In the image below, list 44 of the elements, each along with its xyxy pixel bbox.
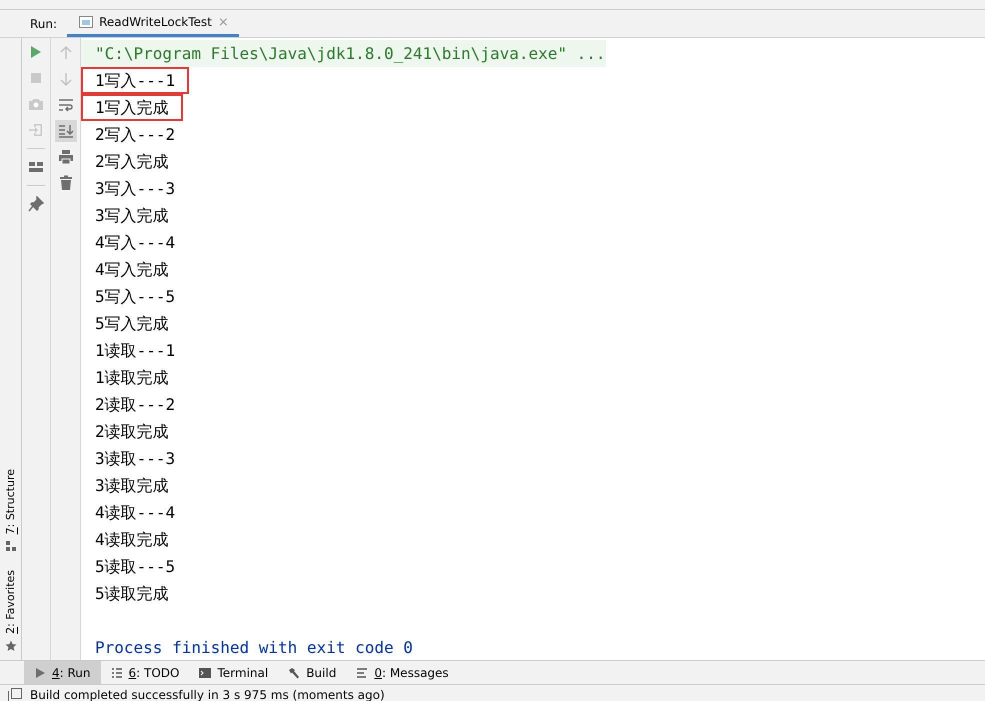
console-line: 3读取---3	[94, 448, 176, 470]
console-line: 1读取完成	[94, 367, 170, 389]
console-line: 2读取完成	[94, 421, 170, 443]
side-tool-tab[interactable]: 2: Favorites	[0, 570, 21, 652]
trash-icon[interactable]	[58, 175, 74, 191]
structure-icon	[4, 540, 16, 552]
tool-window-tab[interactable]: Terminal	[189, 661, 278, 684]
console-line: 5写入---5	[94, 286, 176, 308]
console-line: 2写入完成	[94, 151, 170, 173]
exit-message: Process finished with exit code 0	[94, 637, 413, 659]
panel-toggle-icon[interactable]	[8, 688, 22, 701]
scroll-to-end-icon[interactable]	[58, 123, 74, 139]
pin-icon[interactable]	[28, 196, 44, 212]
console-line: 1读取---1	[94, 340, 176, 362]
console-line: 3读取完成	[94, 475, 170, 497]
console-line: 3写入完成	[94, 205, 170, 227]
star-icon	[4, 640, 16, 652]
console-line: 5读取完成	[94, 583, 170, 605]
soft-wrap-icon[interactable]	[58, 97, 74, 113]
console-line: 1写入完成	[81, 94, 183, 121]
console-line: 4读取完成	[94, 529, 170, 551]
tool-window-tab[interactable]: 6: TODO	[100, 661, 190, 684]
console-line: 4读取---4	[94, 502, 176, 524]
tool-window-tab[interactable]: Build	[278, 661, 346, 684]
layout-icon[interactable]	[28, 159, 44, 175]
tool-window-tab[interactable]: 4: Run	[24, 661, 101, 684]
console-line: 5写入完成	[94, 313, 170, 335]
console-window-icon	[79, 16, 94, 28]
console-line: 2读取---2	[94, 394, 176, 416]
console-line: 4写入完成	[94, 259, 170, 281]
console-line: 5读取---5	[94, 556, 176, 578]
printer-icon[interactable]	[58, 149, 74, 165]
terminal-icon	[199, 666, 212, 678]
play-icon	[34, 666, 46, 678]
console-line: 3写入---3	[94, 178, 176, 200]
messages-icon	[356, 666, 368, 678]
console-line: 2写入---2	[94, 124, 176, 146]
run-label: Run:	[29, 16, 58, 32]
tool-window-tab[interactable]: 0: Messages	[346, 661, 459, 684]
console-line: 4写入---4	[94, 232, 176, 254]
list-icon	[110, 666, 123, 678]
side-tool-tab[interactable]: 7: Structure	[0, 468, 21, 552]
console-line: 1写入---1	[81, 67, 190, 94]
hammer-icon	[288, 666, 300, 678]
